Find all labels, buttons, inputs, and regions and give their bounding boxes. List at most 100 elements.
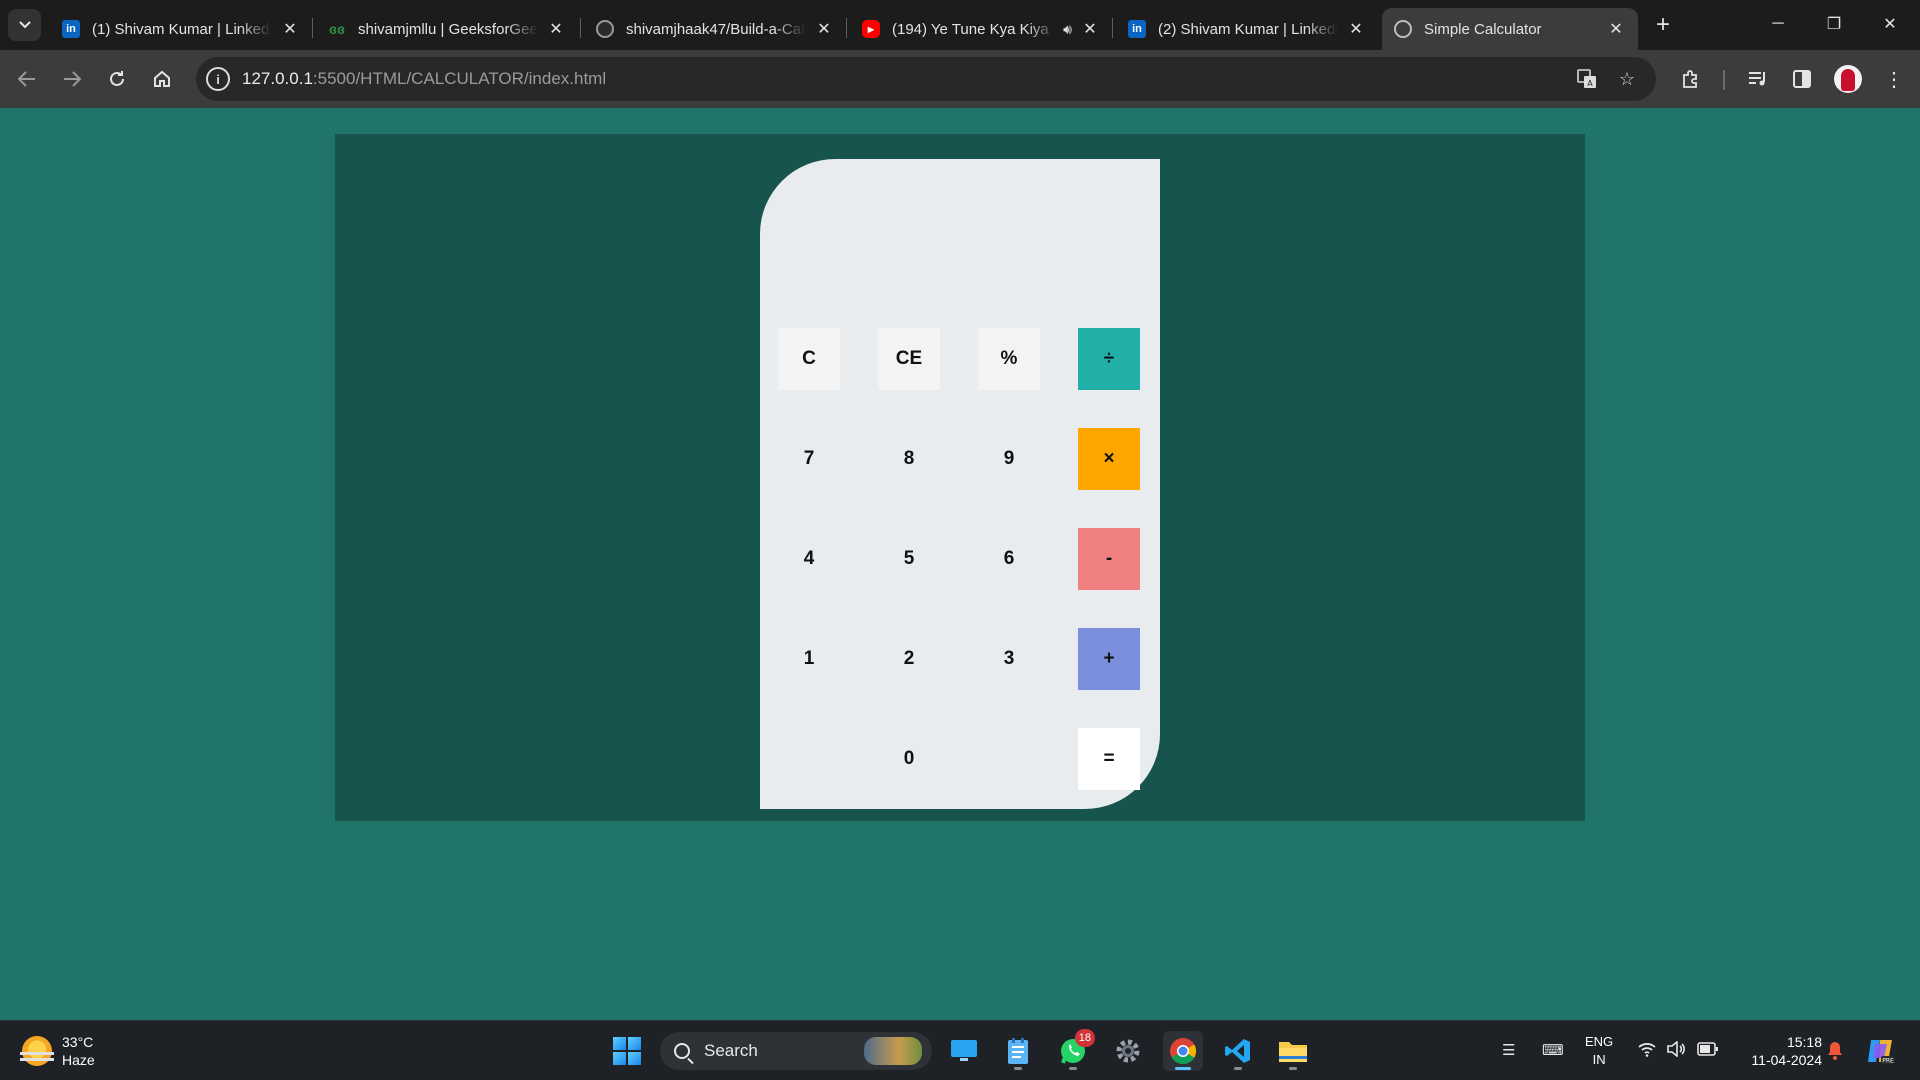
calculator-container: C CE % ÷ 7 8 9 × 4 5 6 - 1 2 3 + 0 =: [335, 134, 1585, 821]
linkedin-icon: in: [1128, 20, 1146, 38]
speaker-icon[interactable]: 🔊︎: [1063, 21, 1072, 38]
battery-icon[interactable]: [1697, 1042, 1719, 1056]
new-tab-button[interactable]: +: [1648, 10, 1678, 40]
tab-github[interactable]: shivamjhaak47/Build-a-Calculator ✕: [584, 8, 846, 50]
divide-button[interactable]: ÷: [1078, 328, 1140, 390]
notification-list-icon[interactable]: ☰: [1502, 1041, 1515, 1059]
running-indicator: [1175, 1067, 1191, 1070]
arrow-left-icon: [18, 71, 35, 87]
queue-music-icon: [1749, 72, 1765, 86]
tab-youtube[interactable]: ▶ (194) Ye Tune Kya Kiya 🔊︎ ✕: [850, 8, 1112, 50]
side-panel-button[interactable]: [1784, 61, 1820, 97]
side-panel-icon: [1793, 70, 1811, 88]
tab-search-button[interactable]: [8, 9, 41, 41]
close-icon[interactable]: ✕: [280, 19, 300, 39]
keyboard-icon[interactable]: ⌨: [1542, 1041, 1564, 1059]
file-explorer-app[interactable]: [1273, 1031, 1313, 1071]
translate-icon[interactable]: A: [1574, 66, 1600, 92]
taskbar: 33°C Haze Search 18 ☰ ⌨ ENG IN 15:18 11-…: [0, 1020, 1920, 1080]
weather-widget[interactable]: 33°C Haze: [20, 1033, 95, 1069]
whatsapp-app[interactable]: 18: [1053, 1029, 1095, 1071]
extensions-button[interactable]: [1673, 61, 1709, 97]
windows-logo-icon: [613, 1037, 641, 1065]
tab-title: shivamjhaak47/Build-a-Calculator: [626, 20, 806, 38]
close-icon[interactable]: ✕: [1346, 19, 1366, 39]
close-icon[interactable]: ✕: [546, 19, 566, 39]
browser-toolbar: i 127.0.0.1:5500/HTML/CALCULATOR/index.h…: [0, 50, 1920, 108]
media-controls-button[interactable]: [1740, 61, 1776, 97]
minimize-button[interactable]: ─: [1750, 0, 1806, 48]
tab-linkedin-2[interactable]: in (2) Shivam Kumar | LinkedIn ✕: [1116, 8, 1378, 50]
digit-4-button[interactable]: 4: [778, 528, 840, 590]
digit-1-button[interactable]: 1: [778, 628, 840, 690]
arrow-right-icon: [64, 71, 81, 87]
tab-geeksforgeeks[interactable]: ɞɞ shivamjmllu | GeeksforGeeks ✕: [316, 8, 578, 50]
home-button[interactable]: [144, 61, 180, 97]
wifi-icon[interactable]: [1637, 1041, 1657, 1057]
forward-button[interactable]: [54, 61, 90, 97]
tab-separator: [846, 18, 847, 38]
bookmark-star-icon[interactable]: ☆: [1614, 66, 1640, 92]
digit-3-button[interactable]: 3: [978, 628, 1040, 690]
puzzle-icon: [1683, 70, 1697, 88]
page-viewport: C CE % ÷ 7 8 9 × 4 5 6 - 1 2 3 + 0 =: [0, 108, 1920, 1020]
haze-weather-icon: [20, 1036, 54, 1066]
tab-strip: in (1) Shivam Kumar | LinkedIn ✕ ɞɞ shiv…: [0, 0, 1920, 50]
language-indicator[interactable]: ENG IN: [1585, 1033, 1613, 1069]
start-button[interactable]: [607, 1031, 647, 1071]
close-icon[interactable]: ✕: [1080, 19, 1100, 39]
clear-button[interactable]: C: [778, 328, 840, 390]
site-info-icon[interactable]: i: [206, 67, 230, 91]
copilot-icon[interactable]: PRE: [1865, 1036, 1895, 1066]
toolbar-separator: [1723, 70, 1725, 90]
settings-app[interactable]: [1108, 1031, 1148, 1071]
url-text[interactable]: 127.0.0.1:5500/HTML/CALCULATOR/index.htm…: [242, 69, 606, 89]
address-bar[interactable]: i 127.0.0.1:5500/HTML/CALCULATOR/index.h…: [196, 57, 1656, 101]
digit-6-button[interactable]: 6: [978, 528, 1040, 590]
tab-title: (194) Ye Tune Kya Kiya: [892, 20, 1049, 38]
notepad-app[interactable]: [998, 1031, 1038, 1071]
digit-0-button[interactable]: 0: [878, 728, 940, 790]
subtract-button[interactable]: -: [1078, 528, 1140, 590]
volume-icon[interactable]: [1666, 1041, 1686, 1057]
close-window-button[interactable]: ✕: [1862, 0, 1918, 48]
chrome-app[interactable]: [1163, 1031, 1203, 1071]
browser-menu-button[interactable]: ⋮: [1876, 61, 1912, 97]
folder-icon: [1279, 1042, 1307, 1062]
tab-simple-calculator[interactable]: Simple Calculator ✕: [1382, 8, 1638, 50]
close-icon[interactable]: ✕: [814, 19, 834, 39]
tab-separator: [1112, 18, 1113, 38]
weather-temperature: 33°C: [62, 1034, 94, 1050]
tab-title: Simple Calculator: [1424, 20, 1542, 38]
taskbar-search[interactable]: Search: [660, 1032, 932, 1070]
tab-title: (2) Shivam Kumar | LinkedIn: [1158, 20, 1338, 38]
reload-button[interactable]: [99, 61, 135, 97]
digit-9-button[interactable]: 9: [978, 428, 1040, 490]
svg-text:PRE: PRE: [1882, 1058, 1894, 1065]
url-host: 127.0.0.1: [242, 69, 313, 88]
profile-avatar[interactable]: [1834, 65, 1862, 93]
add-button[interactable]: +: [1078, 628, 1140, 690]
vscode-app[interactable]: [1218, 1031, 1258, 1071]
clear-entry-button[interactable]: CE: [878, 328, 940, 390]
svg-text:A: A: [1587, 79, 1593, 88]
back-button[interactable]: [9, 61, 45, 97]
percent-button[interactable]: %: [978, 328, 1040, 390]
digit-7-button[interactable]: 7: [778, 428, 840, 490]
close-icon[interactable]: ✕: [1606, 19, 1626, 39]
tab-linkedin-1[interactable]: in (1) Shivam Kumar | LinkedIn ✕: [50, 8, 312, 50]
digit-2-button[interactable]: 2: [878, 628, 940, 690]
desktop-app[interactable]: [944, 1031, 984, 1071]
running-indicator: [1289, 1067, 1297, 1070]
vscode-icon: [1225, 1039, 1250, 1063]
notification-bell-icon[interactable]: [1826, 1041, 1844, 1061]
digit-5-button[interactable]: 5: [878, 528, 940, 590]
restore-button[interactable]: ❐: [1806, 0, 1862, 48]
region-code: IN: [1592, 1052, 1606, 1067]
equals-button[interactable]: =: [1078, 728, 1140, 790]
multiply-button[interactable]: ×: [1078, 428, 1140, 490]
language-code: ENG: [1585, 1034, 1614, 1049]
system-clock[interactable]: 15:18 11-04-2024: [1732, 1033, 1822, 1069]
reload-icon: [110, 71, 124, 86]
digit-8-button[interactable]: 8: [878, 428, 940, 490]
